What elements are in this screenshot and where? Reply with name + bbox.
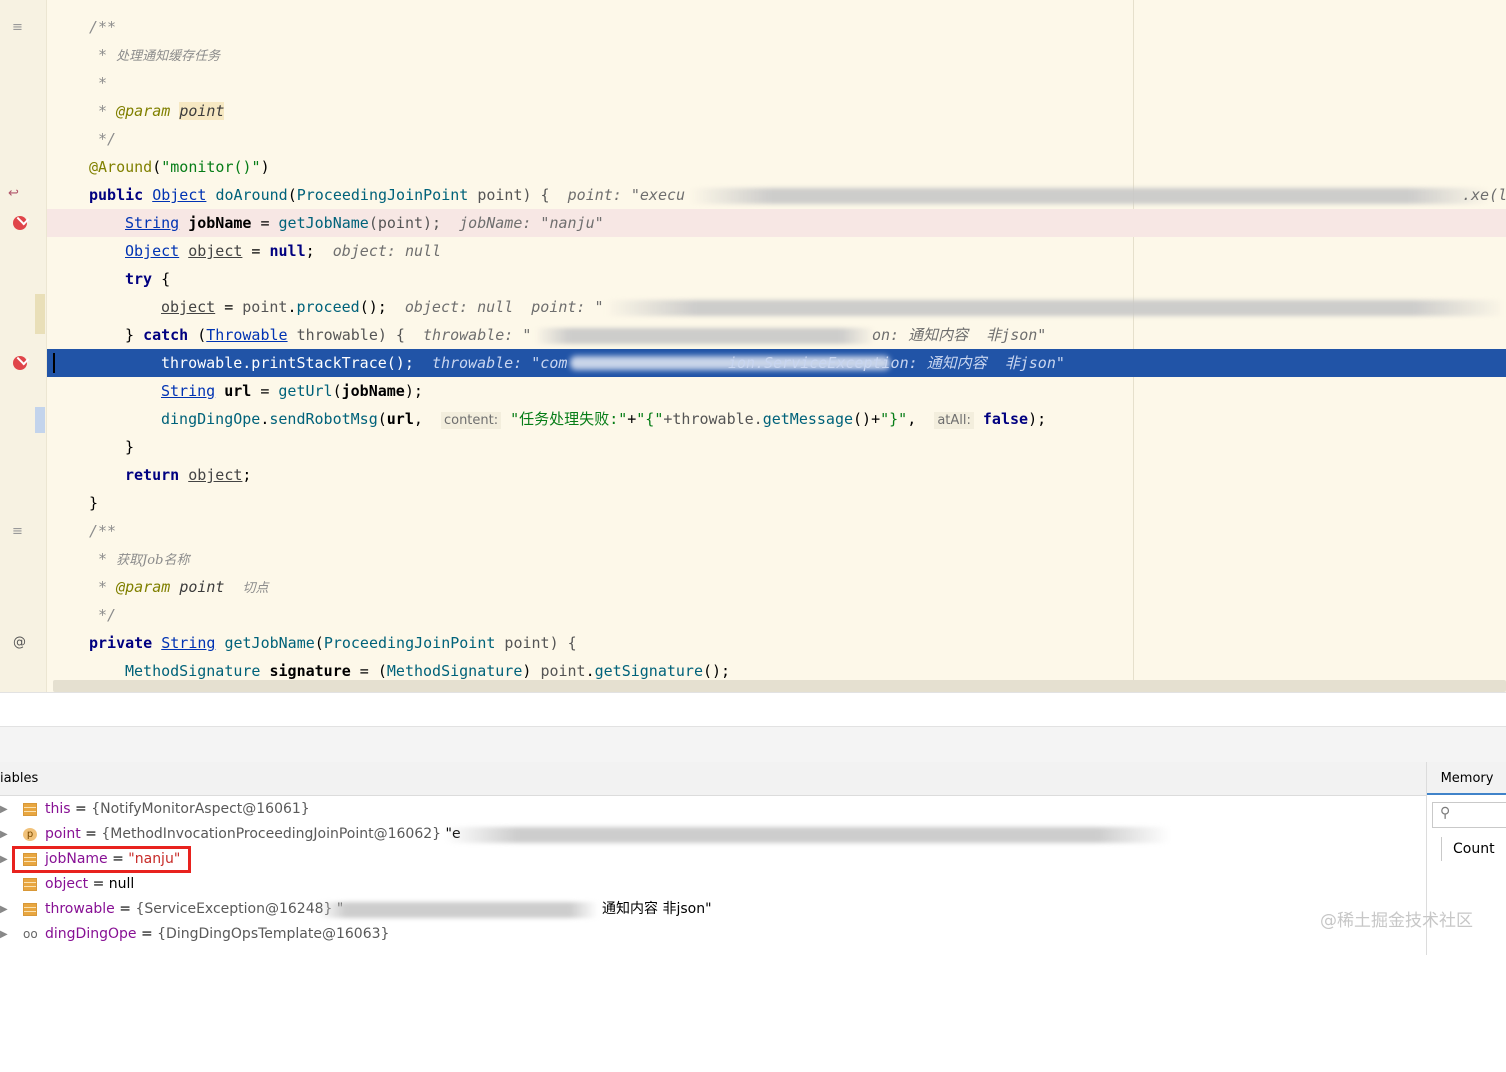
redacted-value bbox=[318, 902, 598, 918]
code-line: */ bbox=[89, 130, 117, 148]
redacted-value bbox=[605, 300, 1505, 316]
memory-search-input[interactable]: ⚲ bbox=[1432, 802, 1506, 828]
code-line: * @param point bbox=[89, 102, 225, 120]
code-line: */ bbox=[89, 606, 117, 624]
parameter-icon: p bbox=[23, 828, 37, 841]
code-line: dingDingOpe.sendRobotMsg(url, content: "… bbox=[161, 410, 1047, 429]
variable-row[interactable]: ▶ throwable = {ServiceException@16248} "… bbox=[0, 897, 1426, 922]
debug-toolbar[interactable] bbox=[0, 726, 1506, 763]
code-editor[interactable]: ≡ ↩ ▶ ≡ @ /** * 处理通知缓存任务 * * @param poin… bbox=[0, 0, 1506, 692]
code-line: try { bbox=[125, 270, 171, 288]
expand-arrow-icon[interactable]: ▶ bbox=[0, 822, 10, 847]
code-line: /** bbox=[89, 522, 117, 540]
code-line: * 获取Job名称 bbox=[89, 550, 190, 568]
watermark: @稀土掘金技术社区 bbox=[1320, 911, 1473, 931]
breakpoint-icon[interactable] bbox=[13, 216, 27, 230]
method-breakpoint-icon[interactable]: ↩ bbox=[8, 186, 19, 201]
change-marker bbox=[35, 294, 45, 334]
annotation-at-icon[interactable]: @ bbox=[13, 635, 26, 650]
field-icon bbox=[23, 803, 37, 816]
code-line: String jobName = getJobName(point); jobN… bbox=[125, 214, 604, 232]
debug-panel-top bbox=[0, 692, 1506, 727]
code-line: String url = getUrl(jobName); bbox=[161, 382, 423, 400]
code-line: @Around("monitor()") bbox=[89, 158, 270, 176]
param-hint: content: bbox=[440, 412, 502, 429]
code-line: /** bbox=[89, 18, 117, 36]
code-line: * 处理通知缓存任务 bbox=[89, 46, 221, 64]
editor-gutter[interactable] bbox=[0, 0, 46, 692]
expand-arrow-icon[interactable]: ▶ bbox=[0, 897, 10, 922]
redacted-value bbox=[690, 188, 1490, 204]
redacted-value bbox=[445, 827, 1170, 843]
param-hint: atAll: bbox=[934, 412, 974, 429]
code-line: public Object doAround(ProceedingJoinPoi… bbox=[89, 186, 686, 204]
variables-tab-label: iables bbox=[0, 771, 39, 786]
field-icon bbox=[23, 903, 37, 916]
caret bbox=[53, 353, 55, 373]
redacted-value bbox=[535, 328, 875, 344]
variable-row[interactable]: ▶ this = {NotifyMonitorAspect@16061} bbox=[0, 797, 1426, 822]
expand-arrow-icon[interactable]: ▶ bbox=[0, 922, 10, 947]
code-line: * @param point 切点 bbox=[89, 578, 269, 596]
code-line: } bbox=[125, 438, 135, 456]
code-line-tail: ion.ServiceException: 通知内容 非json" bbox=[728, 354, 1065, 372]
code-line-tail: .xe(l bbox=[1462, 186, 1506, 204]
highlight-annotation-box bbox=[12, 846, 191, 873]
doc-comment-icon[interactable]: ≡ bbox=[12, 524, 23, 539]
code-line: * bbox=[89, 74, 108, 92]
expand-arrow-icon[interactable]: ▶ bbox=[0, 847, 10, 872]
doc-comment-icon[interactable]: ≡ bbox=[12, 20, 23, 35]
field-icon bbox=[23, 878, 37, 891]
code-line-tail: on: 通知内容 非json" bbox=[872, 326, 1047, 344]
variables-tab[interactable]: iables bbox=[0, 762, 1426, 796]
horizontal-scrollbar[interactable] bbox=[53, 680, 1506, 692]
breakpoint-icon[interactable] bbox=[13, 356, 27, 370]
variable-row[interactable]: ▶ p point = {MethodInvocationProceedingJ… bbox=[0, 822, 1426, 847]
code-line: } catch (Throwable throwable) { throwabl… bbox=[125, 326, 532, 344]
variable-row[interactable]: ▶ jobName = "nanju" bbox=[0, 847, 1426, 872]
code-line: } bbox=[89, 494, 99, 512]
expand-arrow-icon[interactable]: ▶ bbox=[0, 797, 10, 822]
count-column-header[interactable]: Count bbox=[1441, 837, 1495, 861]
watch-glasses-icon: oo bbox=[23, 927, 38, 941]
search-icon: ⚲ bbox=[1440, 805, 1451, 821]
variable-row[interactable]: object = null bbox=[0, 872, 1426, 897]
change-marker bbox=[35, 407, 45, 433]
memory-tab[interactable]: Memory bbox=[1427, 762, 1506, 795]
code-line: return object; bbox=[125, 466, 252, 484]
code-line-current: throwable.printStackTrace(); throwable: … bbox=[161, 354, 568, 372]
code-line: private String getJobName(ProceedingJoin… bbox=[89, 634, 577, 652]
variables-tree[interactable]: ▶ this = {NotifyMonitorAspect@16061} ▶ p… bbox=[0, 796, 1426, 955]
code-line: object = point.proceed(); object: null p… bbox=[161, 298, 604, 316]
code-line: Object object = null; object: null bbox=[125, 242, 442, 260]
right-margin-guide bbox=[1133, 0, 1134, 692]
variable-row[interactable]: ▶ oo dingDingOpe = {DingDingOpsTemplate@… bbox=[0, 922, 1426, 947]
gutter-divider bbox=[46, 0, 47, 692]
